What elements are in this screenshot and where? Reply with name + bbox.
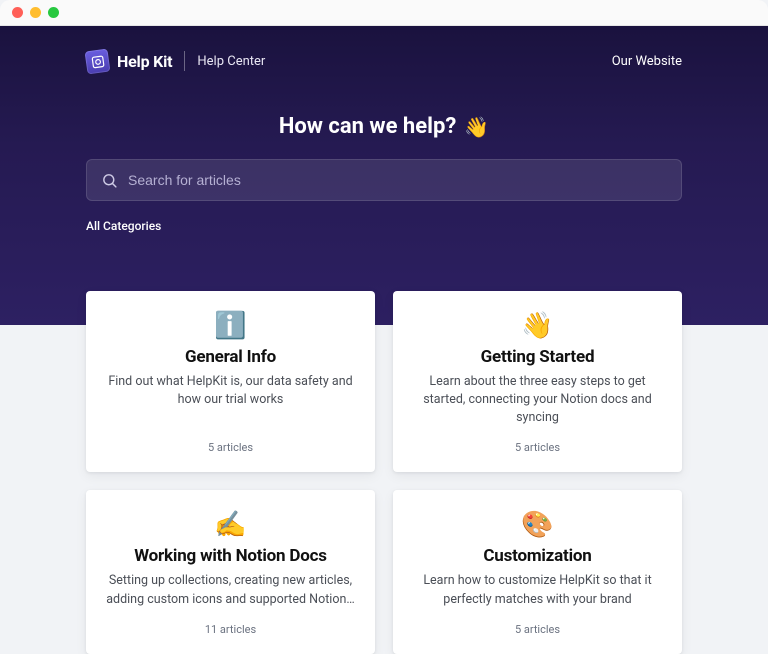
breadcrumb: All Categories [0, 201, 768, 233]
top-nav: Help Kit Help Center Our Website [0, 26, 768, 80]
article-count: 5 articles [413, 441, 662, 454]
card-description: Find out what HelpKit is, our data safet… [106, 373, 355, 409]
headline-text: How can we help? [279, 114, 456, 139]
wave-hand-icon: 👋 [413, 313, 662, 339]
search-field[interactable] [86, 159, 682, 201]
card-title: Working with Notion Docs [106, 546, 355, 566]
close-window-icon[interactable] [12, 7, 23, 18]
search-container [0, 159, 768, 201]
article-count: 11 articles [106, 623, 355, 636]
card-description: Learn about the three easy steps to get … [413, 373, 662, 427]
wave-hand-icon: 👋 [464, 115, 489, 139]
article-count: 5 articles [106, 441, 355, 454]
search-input[interactable] [128, 172, 667, 188]
nav-left: Help Kit Help Center [86, 50, 265, 73]
window-titlebar [0, 0, 768, 26]
card-description: Setting up collections, creating new art… [106, 572, 355, 608]
card-title: Getting Started [413, 347, 662, 367]
brand-name: Help Kit [117, 52, 172, 71]
category-card-getting-started[interactable]: 👋 Getting Started Learn about the three … [393, 291, 682, 472]
category-card-notion-docs[interactable]: ✍️ Working with Notion Docs Setting up c… [86, 490, 375, 653]
card-description: Learn how to customize HelpKit so that i… [413, 572, 662, 608]
page-headline: How can we help? 👋 [0, 114, 768, 139]
hero-section: Help Kit Help Center Our Website How can… [0, 26, 768, 325]
category-card-customization[interactable]: 🎨 Customization Learn how to customize H… [393, 490, 682, 653]
nav-divider [184, 51, 185, 71]
maximize-window-icon[interactable] [48, 7, 59, 18]
minimize-window-icon[interactable] [30, 7, 41, 18]
brand-logo-icon [85, 48, 111, 74]
article-count: 5 articles [413, 623, 662, 636]
brand-logo-link[interactable]: Help Kit [86, 50, 172, 73]
category-grid: ℹ️ General Info Find out what HelpKit is… [0, 283, 768, 654]
search-icon [101, 172, 118, 189]
card-title: Customization [413, 546, 662, 566]
sub-brand-label: Help Center [197, 54, 265, 69]
our-website-link[interactable]: Our Website [612, 54, 682, 69]
info-icon: ℹ️ [106, 313, 355, 339]
category-card-general-info[interactable]: ℹ️ General Info Find out what HelpKit is… [86, 291, 375, 472]
card-title: General Info [106, 347, 355, 367]
writing-hand-icon: ✍️ [106, 512, 355, 538]
palette-icon: 🎨 [413, 512, 662, 538]
